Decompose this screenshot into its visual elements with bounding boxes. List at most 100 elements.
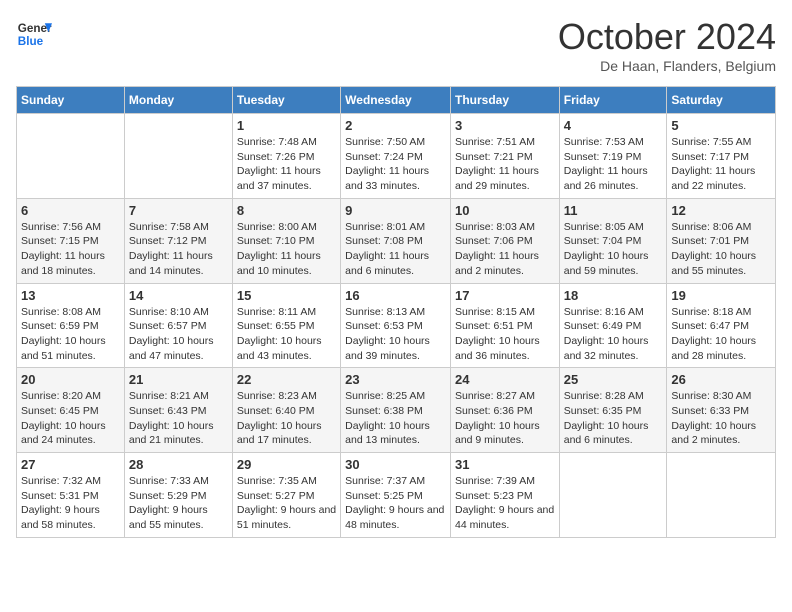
day-info: Sunrise: 8:00 AM Sunset: 7:10 PM Dayligh… — [237, 220, 336, 279]
location-subtitle: De Haan, Flanders, Belgium — [558, 58, 776, 74]
day-info: Sunrise: 8:05 AM Sunset: 7:04 PM Dayligh… — [564, 220, 663, 279]
day-number: 14 — [129, 288, 228, 303]
day-number: 11 — [564, 203, 663, 218]
day-info: Sunrise: 8:11 AM Sunset: 6:55 PM Dayligh… — [237, 305, 336, 364]
day-info: Sunrise: 8:20 AM Sunset: 6:45 PM Dayligh… — [21, 389, 120, 448]
day-info: Sunrise: 7:37 AM Sunset: 5:25 PM Dayligh… — [345, 474, 446, 533]
calendar-cell: 27 Sunrise: 7:32 AM Sunset: 5:31 PM Dayli… — [17, 453, 125, 538]
day-number: 16 — [345, 288, 446, 303]
day-info: Sunrise: 7:35 AM Sunset: 5:27 PM Dayligh… — [237, 474, 336, 533]
calendar-cell: 7 Sunrise: 7:58 AM Sunset: 7:12 PM Daylig… — [124, 198, 232, 283]
day-info: Sunrise: 8:16 AM Sunset: 6:49 PM Dayligh… — [564, 305, 663, 364]
day-info: Sunrise: 8:23 AM Sunset: 6:40 PM Dayligh… — [237, 389, 336, 448]
col-header-tuesday: Tuesday — [232, 87, 340, 114]
day-info: Sunrise: 7:51 AM Sunset: 7:21 PM Dayligh… — [455, 135, 555, 194]
day-info: Sunrise: 7:32 AM Sunset: 5:31 PM Dayligh… — [21, 474, 120, 533]
day-info: Sunrise: 8:08 AM Sunset: 6:59 PM Dayligh… — [21, 305, 120, 364]
calendar-table: SundayMondayTuesdayWednesdayThursdayFrid… — [16, 86, 776, 538]
calendar-cell: 18 Sunrise: 8:16 AM Sunset: 6:49 PM Dayli… — [559, 283, 667, 368]
day-info: Sunrise: 8:03 AM Sunset: 7:06 PM Dayligh… — [455, 220, 555, 279]
svg-text:Blue: Blue — [18, 35, 44, 48]
col-header-saturday: Saturday — [667, 87, 776, 114]
day-number: 15 — [237, 288, 336, 303]
calendar-cell: 25Sunrise: 8:28 AM Sunset: 6:35 PM Dayli… — [559, 368, 667, 453]
calendar-cell: 5 Sunrise: 7:55 AM Sunset: 7:17 PM Daylig… — [667, 114, 776, 199]
day-info: Sunrise: 7:33 AM Sunset: 5:29 PM Dayligh… — [129, 474, 228, 533]
day-number: 8 — [237, 203, 336, 218]
calendar-cell: 19 Sunrise: 8:18 AM Sunset: 6:47 PM Dayli… — [667, 283, 776, 368]
week-row-4: 20 Sunrise: 8:20 AM Sunset: 6:45 PM Dayli… — [17, 368, 776, 453]
day-number: 26 — [671, 372, 771, 387]
day-info: Sunrise: 7:58 AM Sunset: 7:12 PM Dayligh… — [129, 220, 228, 279]
calendar-cell: 10 Sunrise: 8:03 AM Sunset: 7:06 PM Dayli… — [450, 198, 559, 283]
calendar-cell: 4 Sunrise: 7:53 AM Sunset: 7:19 PM Daylig… — [559, 114, 667, 199]
header-row: SundayMondayTuesdayWednesdayThursdayFrid… — [17, 87, 776, 114]
calendar-cell: 3 Sunrise: 7:51 AM Sunset: 7:21 PM Daylig… — [450, 114, 559, 199]
day-number: 19 — [671, 288, 771, 303]
logo-icon: General Blue — [16, 16, 52, 52]
day-info: Sunrise: 8:01 AM Sunset: 7:08 PM Dayligh… — [345, 220, 446, 279]
day-info: Sunrise: 7:50 AM Sunset: 7:24 PM Dayligh… — [345, 135, 446, 194]
day-number: 28 — [129, 457, 228, 472]
week-row-5: 27 Sunrise: 7:32 AM Sunset: 5:31 PM Dayli… — [17, 453, 776, 538]
day-number: 10 — [455, 203, 555, 218]
col-header-wednesday: Wednesday — [341, 87, 451, 114]
calendar-cell — [667, 453, 776, 538]
calendar-cell: 1Sunrise: 7:48 AM Sunset: 7:26 PM Daylig… — [232, 114, 340, 199]
day-number: 4 — [564, 118, 663, 133]
calendar-cell: 12 Sunrise: 8:06 AM Sunset: 7:01 PM Dayli… — [667, 198, 776, 283]
col-header-monday: Monday — [124, 87, 232, 114]
day-info: Sunrise: 8:06 AM Sunset: 7:01 PM Dayligh… — [671, 220, 771, 279]
day-number: 5 — [671, 118, 771, 133]
day-info: Sunrise: 7:39 AM Sunset: 5:23 PM Dayligh… — [455, 474, 555, 533]
title-area: October 2024 De Haan, Flanders, Belgium — [558, 16, 776, 74]
day-number: 23 — [345, 372, 446, 387]
calendar-cell: 17Sunrise: 8:15 AM Sunset: 6:51 PM Dayli… — [450, 283, 559, 368]
calendar-cell — [559, 453, 667, 538]
calendar-cell: 16 Sunrise: 8:13 AM Sunset: 6:53 PM Dayli… — [341, 283, 451, 368]
calendar-cell: 30Sunrise: 7:37 AM Sunset: 5:25 PM Dayli… — [341, 453, 451, 538]
day-number: 29 — [237, 457, 336, 472]
day-info: Sunrise: 7:53 AM Sunset: 7:19 PM Dayligh… — [564, 135, 663, 194]
calendar-cell: 20 Sunrise: 8:20 AM Sunset: 6:45 PM Dayli… — [17, 368, 125, 453]
day-info: Sunrise: 8:21 AM Sunset: 6:43 PM Dayligh… — [129, 389, 228, 448]
day-number: 18 — [564, 288, 663, 303]
day-info: Sunrise: 8:13 AM Sunset: 6:53 PM Dayligh… — [345, 305, 446, 364]
calendar-cell: 9 Sunrise: 8:01 AM Sunset: 7:08 PM Daylig… — [341, 198, 451, 283]
calendar-cell: 22 Sunrise: 8:23 AM Sunset: 6:40 PM Dayli… — [232, 368, 340, 453]
calendar-cell: 15 Sunrise: 8:11 AM Sunset: 6:55 PM Dayli… — [232, 283, 340, 368]
day-number: 20 — [21, 372, 120, 387]
calendar-cell: 24 Sunrise: 8:27 AM Sunset: 6:36 PM Dayli… — [450, 368, 559, 453]
day-number: 22 — [237, 372, 336, 387]
week-row-2: 6 Sunrise: 7:56 AM Sunset: 7:15 PM Daylig… — [17, 198, 776, 283]
day-info: Sunrise: 8:25 AM Sunset: 6:38 PM Dayligh… — [345, 389, 446, 448]
calendar-cell: 26Sunrise: 8:30 AM Sunset: 6:33 PM Dayli… — [667, 368, 776, 453]
day-number: 21 — [129, 372, 228, 387]
day-number: 9 — [345, 203, 446, 218]
day-info: Sunrise: 8:15 AM Sunset: 6:51 PM Dayligh… — [455, 305, 555, 364]
calendar-cell — [17, 114, 125, 199]
day-info: Sunrise: 7:55 AM Sunset: 7:17 PM Dayligh… — [671, 135, 771, 194]
day-number: 7 — [129, 203, 228, 218]
calendar-cell: 29 Sunrise: 7:35 AM Sunset: 5:27 PM Dayli… — [232, 453, 340, 538]
col-header-sunday: Sunday — [17, 87, 125, 114]
calendar-cell: 28 Sunrise: 7:33 AM Sunset: 5:29 PM Dayli… — [124, 453, 232, 538]
calendar-cell: 13Sunrise: 8:08 AM Sunset: 6:59 PM Dayli… — [17, 283, 125, 368]
calendar-cell: 14 Sunrise: 8:10 AM Sunset: 6:57 PM Dayli… — [124, 283, 232, 368]
day-number: 24 — [455, 372, 555, 387]
day-number: 6 — [21, 203, 120, 218]
day-number: 27 — [21, 457, 120, 472]
col-header-thursday: Thursday — [450, 87, 559, 114]
calendar-cell: 21 Sunrise: 8:21 AM Sunset: 6:43 PM Dayli… — [124, 368, 232, 453]
day-number: 3 — [455, 118, 555, 133]
day-info: Sunrise: 8:18 AM Sunset: 6:47 PM Dayligh… — [671, 305, 771, 364]
day-number: 12 — [671, 203, 771, 218]
page-header: General Blue October 2024 De Haan, Fland… — [16, 16, 776, 74]
col-header-friday: Friday — [559, 87, 667, 114]
day-info: Sunrise: 8:10 AM Sunset: 6:57 PM Dayligh… — [129, 305, 228, 364]
day-info: Sunrise: 8:27 AM Sunset: 6:36 PM Dayligh… — [455, 389, 555, 448]
calendar-cell: 2 Sunrise: 7:50 AM Sunset: 7:24 PM Daylig… — [341, 114, 451, 199]
week-row-1: 1Sunrise: 7:48 AM Sunset: 7:26 PM Daylig… — [17, 114, 776, 199]
day-info: Sunrise: 7:56 AM Sunset: 7:15 PM Dayligh… — [21, 220, 120, 279]
day-number: 2 — [345, 118, 446, 133]
